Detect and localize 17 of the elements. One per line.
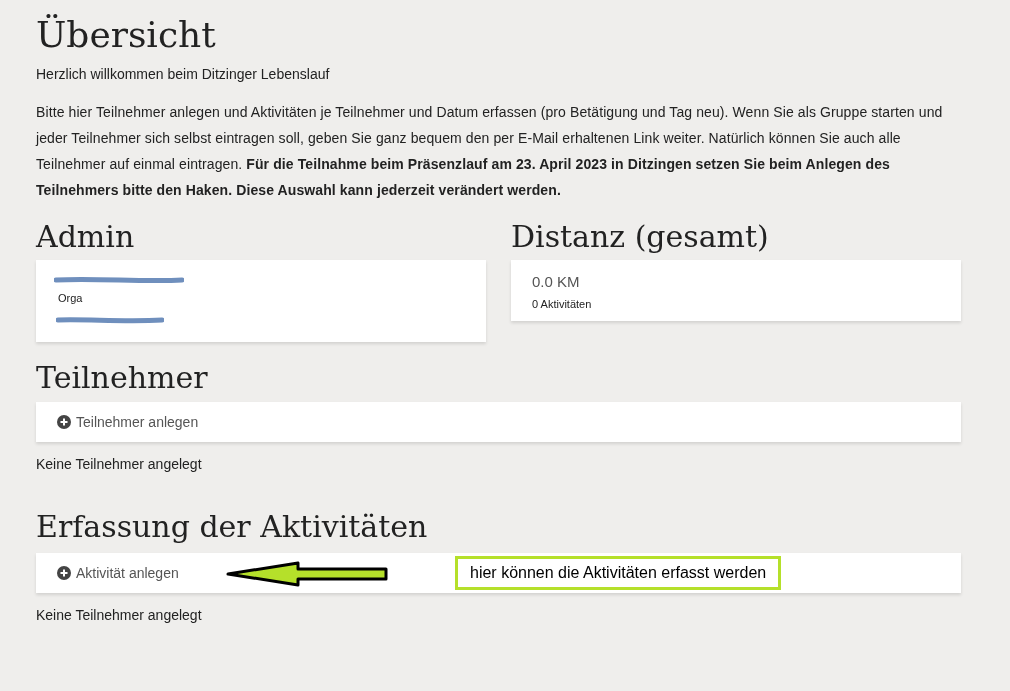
empty-message: Keine Teilnehmer angelegt (36, 606, 202, 625)
annotation-callout: hier können die Aktivitäten erfasst werden (455, 556, 782, 590)
empty-message: Keine Teilnehmer angelegt (36, 455, 202, 474)
section-heading: Erfassung der Aktivitäten (36, 508, 428, 546)
distance-total: 0.0 KM (532, 272, 580, 292)
add-activity-button[interactable]: Aktivität anlegen (57, 562, 179, 584)
section-heading: Admin (36, 218, 135, 256)
section-heading: Distanz (gesamt) (511, 218, 769, 256)
activity-count: 0 Aktivitäten (532, 296, 592, 312)
intro-paragraph: Bitte hier Teilnehmer anlegen und Aktivitäten je Teilnehmer und Datum erfassen (pro Betätigung und Tag neu). Wenn Sie als Gruppe starten und jeder Teilnehmer sich selbst eintragen soll, geben Sie ganz bequem den per E-Mail erhaltenen Link weiter. Natürlich können Sie auch alle Teilnehmer auf einmal eintragen. Für die Teilnahme beim Präsenzlauf am 23. April 2023 in Ditzingen setzen Sie beim Anlegen des Teilnehmers bitte den Haken. Diese Auswahl kann jederzeit verändert werden. (36, 103, 944, 200)
plus-circle-icon (57, 566, 71, 580)
role-text: Orga (58, 291, 83, 306)
add-participant-button[interactable]: Teilnehmer anlegen (57, 411, 199, 433)
page-title: Übersicht (36, 13, 216, 57)
welcome-text: Herzlich willkommen beim Ditzinger Lebenslauf (36, 65, 330, 84)
plus-circle-icon (57, 415, 71, 429)
section-heading: Teilnehmer (36, 359, 208, 397)
